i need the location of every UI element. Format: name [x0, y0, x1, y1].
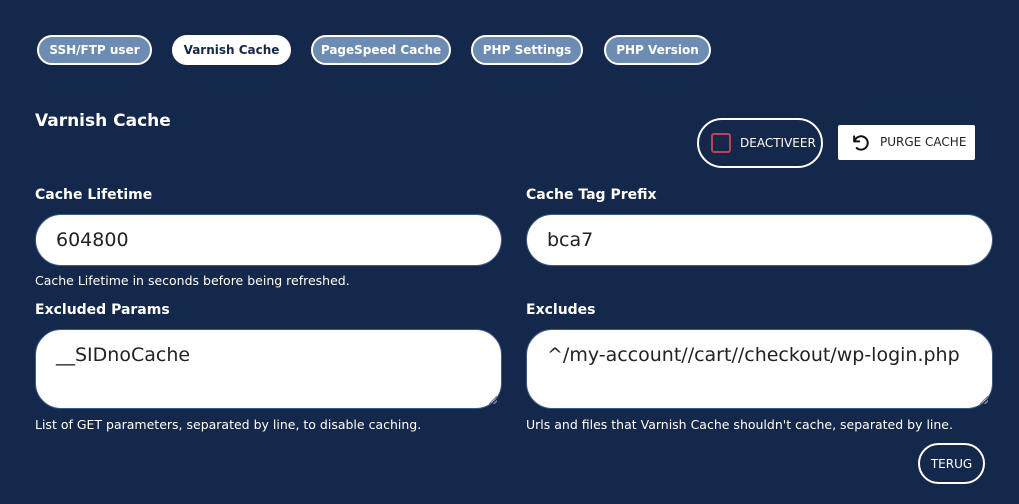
excluded-params-label: Excluded Params	[35, 302, 170, 318]
tab-php-settings[interactable]: PHP Settings	[471, 35, 583, 65]
back-button[interactable]: TERUG	[918, 443, 985, 484]
cache-tag-prefix-input[interactable]: bca7	[526, 214, 993, 266]
excludes-textarea[interactable]: ^/my-account//cart//checkout/wp-login.ph…	[526, 329, 993, 409]
undo-arrow-icon	[853, 135, 869, 151]
purge-cache-label: PURGE CACHE	[880, 135, 967, 149]
cache-lifetime-input[interactable]: 604800	[35, 214, 502, 266]
excludes-value: ^/my-account//cart//checkout/wp-login.ph…	[547, 344, 960, 366]
cache-lifetime-help: Cache Lifetime in seconds before being r…	[35, 273, 350, 288]
tab-php-version[interactable]: PHP Version	[604, 35, 711, 65]
deactivate-checkbox[interactable]	[711, 133, 731, 153]
deactivate-label: DEACTIVEER	[740, 136, 816, 150]
excluded-params-value: __SIDnoCache	[56, 344, 191, 366]
section-title: Varnish Cache	[35, 111, 171, 131]
cache-tag-prefix-label: Cache Tag Prefix	[526, 187, 657, 203]
excluded-params-textarea[interactable]: __SIDnoCache	[35, 329, 502, 409]
tab-varnish-cache[interactable]: Varnish Cache	[172, 35, 291, 65]
tab-ssh-ftp-user[interactable]: SSH/FTP user	[37, 35, 152, 65]
excludes-label: Excludes	[526, 302, 596, 318]
excluded-params-help: List of GET parameters, separated by lin…	[35, 417, 422, 432]
excludes-help: Urls and files that Varnish Cache should…	[526, 417, 953, 432]
deactivate-button[interactable]: DEACTIVEER	[697, 118, 823, 168]
resize-handle[interactable]	[980, 396, 988, 404]
resize-handle[interactable]	[489, 396, 497, 404]
tab-bar: SSH/FTP user Varnish Cache PageSpeed Cac…	[37, 35, 711, 65]
cache-lifetime-label: Cache Lifetime	[35, 187, 153, 203]
tab-pagespeed-cache[interactable]: PageSpeed Cache	[311, 35, 451, 65]
purge-cache-button[interactable]: PURGE CACHE	[838, 125, 975, 160]
